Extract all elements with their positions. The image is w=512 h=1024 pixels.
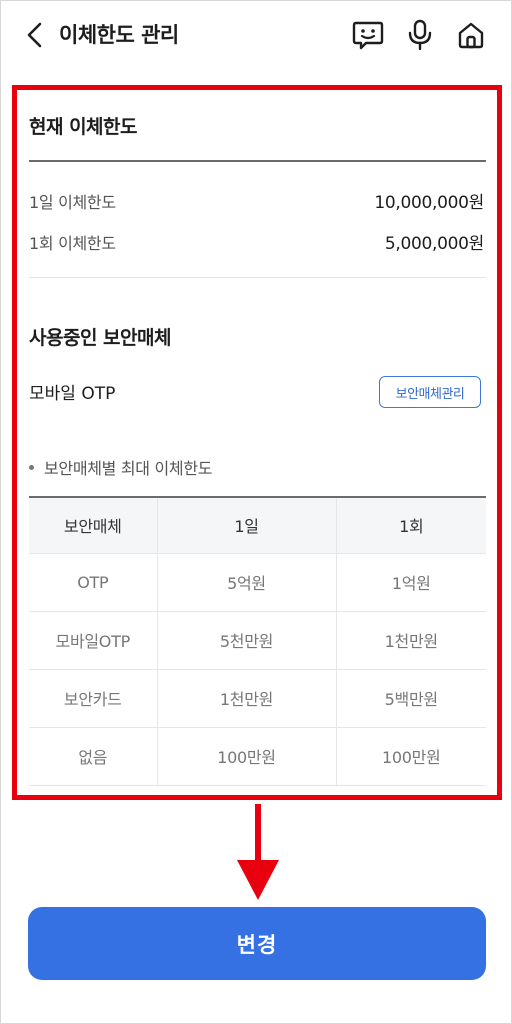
down-arrow-icon (237, 804, 279, 900)
microphone-icon (408, 19, 432, 51)
home-icon (458, 22, 484, 49)
screen-frame: 이체한도 관리 현재 이체한도 1일 이체한도 10,000,000원 1회 이… (0, 0, 512, 1024)
chat-button[interactable] (351, 18, 385, 52)
page-title: 이체한도 관리 (59, 23, 179, 47)
voice-button[interactable] (403, 18, 437, 52)
back-button[interactable] (19, 19, 51, 51)
back-chevron-icon (27, 22, 42, 48)
home-button[interactable] (454, 18, 488, 52)
app-header: 이체한도 관리 (1, 1, 512, 71)
chat-icon (352, 21, 384, 50)
highlight-box (12, 85, 502, 800)
change-button[interactable]: 변경 (28, 907, 486, 980)
